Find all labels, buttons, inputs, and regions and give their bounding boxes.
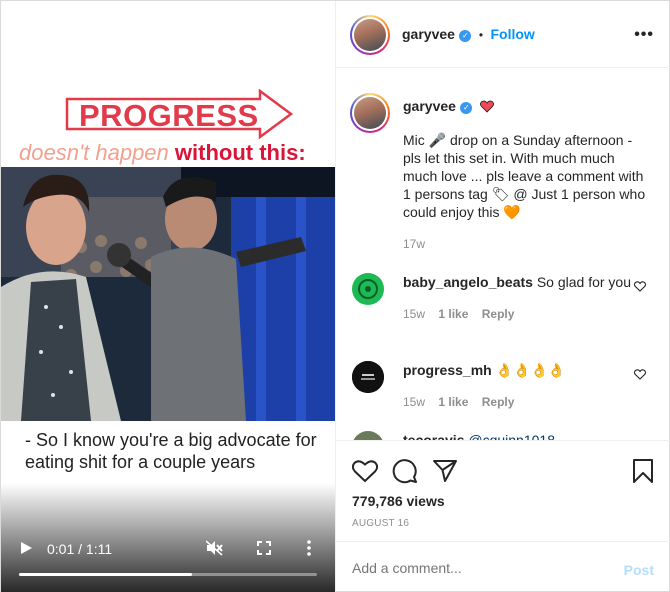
banner-title: PROGRESS xyxy=(79,98,259,133)
comment-mention[interactable]: @cquinn1018 xyxy=(468,432,555,440)
post-sidebar: garyvee ✓ • Follow ••• garyvee ✓ Mic 🎤 d… xyxy=(336,1,670,592)
commenter-username[interactable]: tecoravis xyxy=(403,432,464,440)
caption-username[interactable]: garyvee xyxy=(403,98,456,114)
view-count[interactable]: 779,786 views xyxy=(352,493,445,509)
video-options-button[interactable] xyxy=(307,540,311,559)
video-time: 0:01 / 1:11 xyxy=(47,541,113,557)
comment-likes[interactable]: 1 like xyxy=(438,395,468,409)
author-username[interactable]: garyvee xyxy=(402,26,455,42)
author-avatar[interactable] xyxy=(350,15,390,55)
verified-badge-icon: ✓ xyxy=(460,102,473,114)
video-player[interactable]: PROGRESS doesn't happen without this: - … xyxy=(1,1,336,592)
like-comment-heart-icon[interactable] xyxy=(634,369,646,380)
post-header: garyvee ✓ • Follow ••• xyxy=(336,1,670,68)
comment-text: 👌👌👌👌 xyxy=(495,362,566,378)
comment-likes[interactable]: 1 like xyxy=(438,307,468,321)
follow-button[interactable]: Follow xyxy=(491,26,535,42)
comment-composer: Post xyxy=(336,541,670,592)
header-separator: • xyxy=(478,28,484,42)
post-caption: Mic 🎤 drop on a Sunday afternoon - pls l… xyxy=(403,132,646,220)
mute-button[interactable] xyxy=(205,540,224,559)
play-button[interactable] xyxy=(19,541,33,558)
video-progress-fill xyxy=(19,573,192,576)
video-caption: - So I know you're a big advocate for ea… xyxy=(25,430,317,472)
subline-soft: doesn't happen xyxy=(19,140,169,165)
post-age[interactable]: 17w xyxy=(403,237,425,251)
post-comment-button[interactable]: Post xyxy=(624,562,654,578)
reply-button[interactable]: Reply xyxy=(482,395,515,409)
commenter-username[interactable]: progress_mh xyxy=(403,362,492,378)
commenter-username[interactable]: baby_angelo_beats xyxy=(403,274,533,290)
vertical-dots-icon xyxy=(307,540,311,556)
play-icon xyxy=(21,542,32,554)
red-heart-icon xyxy=(479,100,494,113)
comment-text: So glad for you xyxy=(536,274,631,290)
comment-body: progress_mh 👌👌👌👌 15w 1 like Reply xyxy=(403,361,633,411)
verified-badge-icon: ✓ xyxy=(459,30,472,42)
comment-age[interactable]: 15w xyxy=(403,307,425,321)
like-comment-heart-icon[interactable] xyxy=(634,281,646,292)
add-comment-input[interactable] xyxy=(352,560,592,576)
caption-author-avatar[interactable] xyxy=(350,93,390,133)
comment-body: baby_angelo_beats So glad for you 15w 1 … xyxy=(403,273,633,323)
comment-body: tecoravis @cquinn1018 xyxy=(403,431,633,440)
post-date[interactable]: AUGUST 16 xyxy=(352,518,409,529)
banner-subline: doesn't happen without this: xyxy=(19,140,306,166)
subline-strong: without this: xyxy=(174,140,306,165)
share-send-icon[interactable] xyxy=(432,459,458,483)
more-options-button[interactable]: ••• xyxy=(634,26,654,44)
comment-age[interactable]: 15w xyxy=(403,395,425,409)
post-actions: 779,786 views AUGUST 16 xyxy=(336,441,670,541)
video-frame xyxy=(1,167,335,421)
comments-scroll[interactable]: garyvee ✓ Mic 🎤 drop on a Sunday afterno… xyxy=(336,69,670,441)
fullscreen-button[interactable] xyxy=(257,541,271,558)
video-progress-bar[interactable] xyxy=(19,573,317,576)
speaker-muted-icon xyxy=(205,540,223,556)
commenter-avatar[interactable] xyxy=(352,361,384,393)
bookmark-save-icon[interactable] xyxy=(632,458,654,484)
commenter-avatar[interactable] xyxy=(352,273,384,305)
fullscreen-icon xyxy=(257,541,271,555)
like-heart-icon[interactable] xyxy=(352,459,378,483)
commenter-avatar[interactable] xyxy=(352,431,384,440)
reply-button[interactable]: Reply xyxy=(482,307,515,321)
post-modal: PROGRESS doesn't happen without this: - … xyxy=(0,0,670,592)
comment-bubble-icon[interactable] xyxy=(392,458,418,484)
